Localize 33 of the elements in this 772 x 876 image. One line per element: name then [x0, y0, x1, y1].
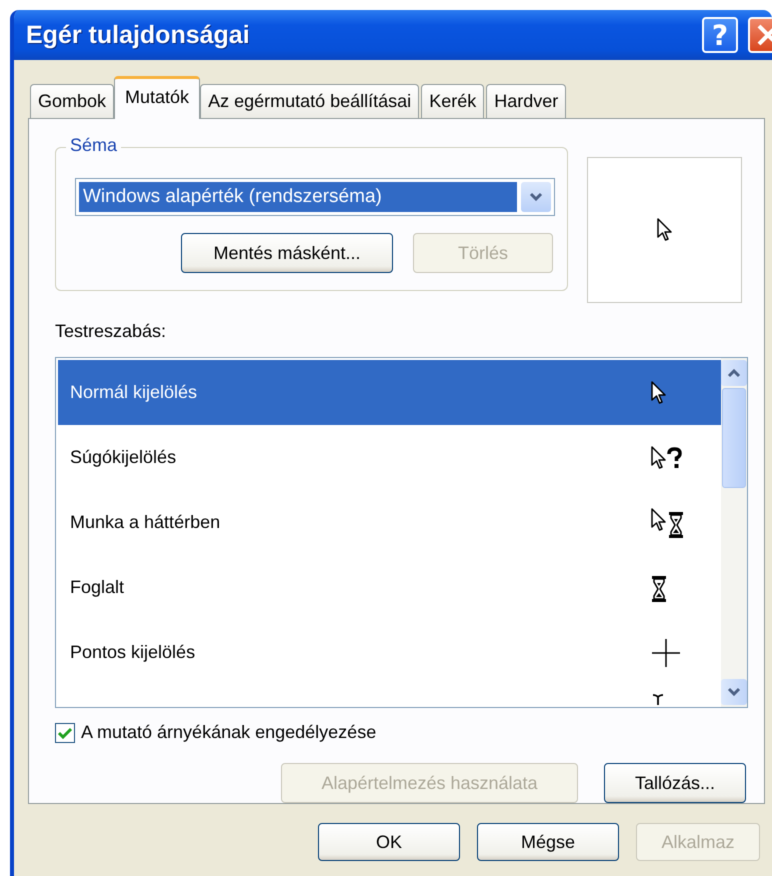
chevron-down-icon	[529, 192, 543, 202]
list-item[interactable]: Súgókijelölés	[58, 425, 721, 490]
arrow-cursor-icon	[656, 218, 672, 242]
help-button[interactable]: ?	[702, 17, 738, 53]
chevron-up-icon	[727, 368, 741, 378]
save-as-button[interactable]: Mentés másként...	[181, 233, 393, 273]
checkbox[interactable]	[55, 722, 75, 742]
crosshair-cursor-icon	[651, 638, 681, 668]
scroll-thumb[interactable]	[722, 388, 746, 488]
chevron-down-icon	[727, 687, 741, 697]
busy-arrow-cursor-icon	[651, 508, 685, 538]
scroll-down-button[interactable]	[721, 679, 747, 705]
customize-label: Testreszabás:	[55, 321, 168, 343]
browse-button[interactable]: Tallózás...	[604, 763, 746, 803]
scroll-up-button[interactable]	[721, 360, 747, 386]
list-item[interactable]: Foglalt	[58, 555, 721, 620]
window-title: Egér tulajdonságai	[26, 20, 251, 50]
text-cursor-icon	[651, 693, 665, 705]
checkmark-icon	[58, 726, 72, 738]
tab[interactable]: Az egérmutató beállításai	[200, 84, 420, 118]
scrollbar[interactable]	[721, 358, 747, 707]
tab[interactable]: Gombok	[30, 84, 114, 118]
tab[interactable]: Kerék	[421, 84, 484, 118]
tab[interactable]: Hardver	[486, 84, 566, 118]
cancel-button[interactable]: Mégse	[477, 823, 619, 861]
scheme-dropdown[interactable]: Windows alapérték (rendszerséma)	[75, 178, 555, 216]
arrow-cursor-icon	[651, 380, 667, 404]
list-item[interactable]: Munka a háttérben	[58, 490, 721, 555]
ok-button[interactable]: OK	[318, 823, 460, 861]
tab[interactable]: Mutatók	[114, 76, 200, 119]
list-item[interactable]: Normál kijelölés	[58, 360, 721, 425]
checkbox-label: A mutató árnyékának engedélyezése	[81, 722, 376, 743]
list-item[interactable]: Pontos kijelölés	[58, 620, 721, 685]
